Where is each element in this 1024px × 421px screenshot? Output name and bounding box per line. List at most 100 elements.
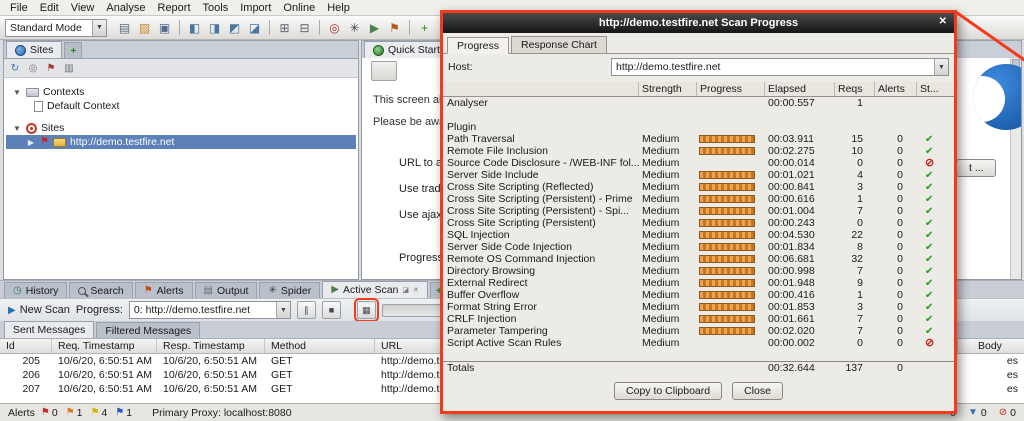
menu-tools[interactable]: Tools (197, 1, 235, 15)
chevron-down-icon[interactable]: ▼ (934, 59, 948, 75)
layout-top-icon[interactable]: ◩ (226, 19, 243, 36)
scan-rule-row[interactable]: External Redirect Medium 00:01.948 9 0 ✔ (443, 277, 954, 289)
scan-rule-row[interactable]: Totals 00:32.644 137 0 (443, 361, 954, 374)
column-header-elapsed[interactable]: Elapsed (765, 82, 835, 96)
add-panel-tab-button[interactable]: + (64, 42, 83, 58)
list-view-icon[interactable]: ▥ (62, 61, 76, 75)
close-button[interactable]: Close (732, 382, 783, 400)
layout-full-icon[interactable]: ◪ (246, 19, 263, 36)
tab-alerts[interactable]: ⚑ Alerts (134, 282, 193, 298)
orange-flag-count[interactable]: ⚑ 1 (66, 407, 83, 419)
scan-rule-row[interactable]: Plugin (443, 121, 954, 133)
chevron-down-icon[interactable]: ▼ (275, 302, 290, 318)
tab-filtered-messages[interactable]: Filtered Messages (96, 322, 201, 338)
tab-response-chart[interactable]: Response Chart (511, 36, 607, 53)
column-header-progress[interactable]: Progress (697, 82, 765, 96)
tab-sent-messages[interactable]: Sent Messages (4, 321, 95, 338)
new-scan-button[interactable]: ▶ New Scan (8, 304, 70, 316)
scan-rule-row[interactable]: Path Traversal Medium 00:03.911 15 0 ✔ (443, 133, 954, 145)
add-icon[interactable]: + (416, 19, 433, 36)
tree-item-site[interactable]: ▶ ⚑ http://demo.testfire.net (6, 135, 356, 149)
alerts-flag-icon[interactable]: ⚑ (386, 19, 403, 36)
scan-rule-row[interactable]: Cross Site Scripting (Reflected) Medium 00… (443, 181, 954, 193)
tree-item-sites[interactable]: ▼ Sites (4, 121, 358, 135)
tab-output[interactable]: ▤ Output (194, 282, 258, 298)
scan-rule-row[interactable]: Script Active Scan Rules Medium 00:00.002 0… (443, 337, 954, 349)
flag-filter-icon[interactable]: ⚑ (44, 61, 58, 75)
tree-collapse-icon[interactable]: ▶ (26, 138, 36, 147)
yellow-flag-count[interactable]: ⚑ 4 (90, 407, 107, 419)
copy-to-clipboard-button[interactable]: Copy to Clipboard (614, 382, 723, 400)
tab-sites[interactable]: Sites (6, 41, 63, 58)
scan-rule-row[interactable]: Cross Site Scripting (Persistent) - Prim… (443, 193, 954, 205)
menu-edit[interactable]: Edit (34, 1, 65, 15)
tab-active-scan[interactable]: ▶ Active Scan ◪ ✕ (322, 281, 428, 298)
open-session-icon[interactable]: ▨ (136, 19, 153, 36)
chevron-down-icon[interactable]: ▼ (92, 19, 106, 36)
menu-file[interactable]: File (4, 1, 34, 15)
scan-rule-row[interactable]: Format String Error Medium 00:01.853 3 0 ✔ (443, 301, 954, 313)
target-scope-icon[interactable]: ◎ (326, 19, 343, 36)
stop-scan-button[interactable]: ■ (321, 301, 341, 319)
layout-left-icon[interactable]: ◨ (206, 19, 223, 36)
maximize-pane-icon[interactable]: ◧ (186, 19, 203, 36)
scan-rule-row[interactable]: SQL Injection Medium 00:04.530 22 0 ✔ (443, 229, 954, 241)
collapse-tree-icon[interactable]: ⊟ (296, 19, 313, 36)
column-header-rule[interactable] (443, 82, 639, 96)
scan-rule-row[interactable]: Analyser 00:00.557 1 (443, 97, 954, 109)
scan-progress-details-button[interactable]: ▦ (353, 298, 379, 322)
menu-analyse[interactable]: Analyse (100, 1, 151, 15)
expand-tree-icon[interactable]: ⊞ (276, 19, 293, 36)
scan-rule-row[interactable]: Cross Site Scripting (Persistent) Medium 0… (443, 217, 954, 229)
scan-rule-row[interactable]: Remote OS Command Injection Medium 00:06.6… (443, 253, 954, 265)
scan-rule-row[interactable]: Remote File Inclusion Medium 00:02.275 10 0 ✔ (443, 145, 954, 157)
refresh-sites-icon[interactable]: ↻ (8, 61, 22, 75)
scan-rule-row[interactable]: Cross Site Scripting (Persistent) - Spi.… (443, 205, 954, 217)
column-header-resp-timestamp[interactable]: Resp. Timestamp (157, 339, 265, 353)
scan-rule-row[interactable]: Parameter Tampering Medium 00:02.020 7 0 ✔ (443, 325, 954, 337)
scan-rule-row[interactable]: Server Side Include Medium 00:01.021 4 0 ✔ (443, 169, 954, 181)
column-header-method[interactable]: Method (265, 339, 375, 353)
scan-rule-row[interactable]: Server Side Code Injection Medium 00:01.83… (443, 241, 954, 253)
select-button-fragment[interactable]: t ... (956, 159, 996, 177)
menu-help[interactable]: Help (321, 1, 356, 15)
menu-online[interactable]: Online (277, 1, 321, 15)
tab-history[interactable]: ◷ History (4, 282, 68, 298)
menu-view[interactable]: View (65, 1, 101, 15)
tab-spider[interactable]: ✳ Spider (259, 282, 321, 298)
scan-progress-select[interactable]: 0: http://demo.testfire.net ▼ (128, 301, 291, 319)
tab-progress[interactable]: Progress (447, 37, 510, 54)
column-header-strength[interactable]: Strength (639, 82, 697, 96)
column-header-req-timestamp[interactable]: Req. Timestamp (52, 339, 157, 353)
tab-search[interactable]: Search (69, 282, 133, 298)
blue-flag-count[interactable]: ⚑ 1 (115, 407, 132, 419)
scan-rule-row[interactable]: Buffer Overflow Medium 00:00.416 1 0 ✔ (443, 289, 954, 301)
host-select[interactable]: http://demo.testfire.net ▼ (611, 58, 949, 76)
scope-filter-icon[interactable]: ◎ (26, 61, 40, 75)
menu-import[interactable]: Import (234, 1, 277, 15)
menu-report[interactable]: Report (152, 1, 197, 15)
column-header-alerts[interactable]: Alerts (875, 82, 917, 96)
tree-item-default-context[interactable]: Default Context (4, 99, 358, 113)
close-icon[interactable]: ✕ (413, 286, 419, 294)
tree-expand-icon[interactable]: ▼ (12, 88, 22, 97)
tree-expand-icon[interactable]: ▼ (12, 124, 22, 133)
red-flag-count[interactable]: ⚑ 0 (41, 407, 58, 419)
new-session-icon[interactable]: ▤ (116, 19, 133, 36)
mode-select[interactable]: Standard Mode ▼ (5, 18, 107, 37)
pin-icon[interactable]: ◪ (402, 286, 409, 294)
column-header-status[interactable]: St... (917, 82, 954, 96)
column-header-reqs[interactable]: Reqs (835, 82, 875, 96)
spider-icon[interactable]: ✳ (346, 19, 363, 36)
persist-session-icon[interactable]: ▣ (156, 19, 173, 36)
scan-rule-row[interactable]: CRLF Injection Medium 00:01.661 7 0 ✔ (443, 313, 954, 325)
close-icon[interactable]: ✕ (939, 16, 947, 27)
pause-scan-button[interactable]: ∥ (296, 301, 316, 319)
scan-rule-row[interactable]: Directory Browsing Medium 00:00.998 7 0 ✔ (443, 265, 954, 277)
column-header-body[interactable]: Body (958, 339, 1024, 353)
dialog-title-bar[interactable]: http://demo.testfire.net Scan Progress ✕ (443, 13, 954, 33)
column-header-id[interactable]: Id (0, 339, 52, 353)
scan-rule-row[interactable]: Source Code Disclosure - /WEB-INF fol...… (443, 157, 954, 169)
tree-item-contexts[interactable]: ▼ Contexts (4, 85, 358, 99)
active-scan-icon[interactable]: ▶ (366, 19, 383, 36)
